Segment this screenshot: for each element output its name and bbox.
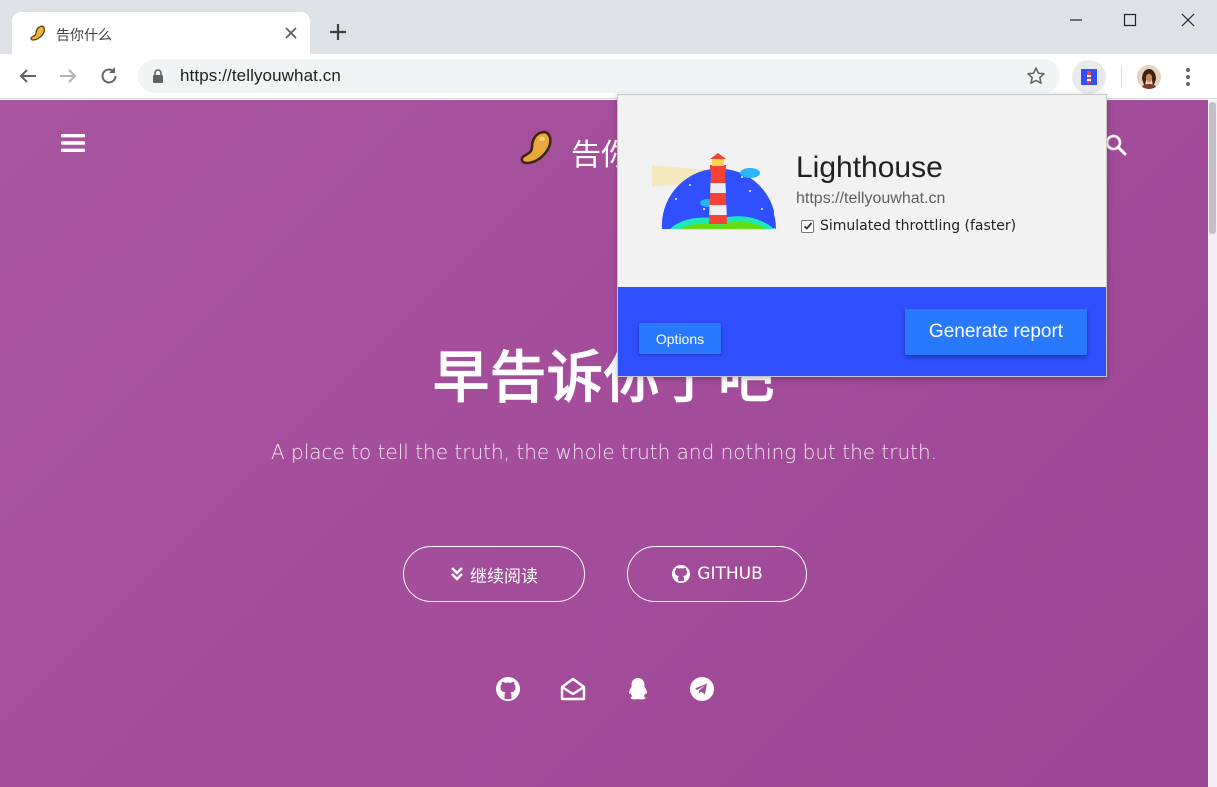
bean-logo-icon[interactable] [516,128,556,168]
github-icon [672,565,691,583]
page-scrollbar[interactable] [1208,100,1217,787]
github-icon[interactable] [495,676,521,702]
mail-icon[interactable] [560,676,586,702]
hero-subtitle: A place to tell the truth, the whole tru… [270,440,938,464]
forward-icon[interactable] [56,64,80,88]
lighthouse-popup: Lighthouse https://tellyouwhat.cn Simula… [617,94,1107,377]
double-chevron-down-icon [451,567,463,581]
more-menu-icon[interactable] [1180,64,1196,90]
scrollbar-thumb[interactable] [1209,102,1216,234]
checkmark-icon [803,222,812,230]
throttling-checkbox[interactable] [801,219,814,233]
throttling-label: Simulated throttling (faster) [820,218,1017,234]
reload-icon[interactable] [97,64,121,88]
lighthouse-url: https://tellyouwhat.cn [796,190,946,207]
window-close-icon[interactable] [1176,8,1200,32]
lock-icon[interactable] [152,69,164,83]
read-more-label: 继续阅读 [470,566,538,587]
lighthouse-footer: Options Generate report [618,287,1106,376]
lighthouse-icon [1081,69,1097,85]
browser-tab[interactable]: 告你什么 [12,12,310,54]
browser-toolbar: https://tellyouwhat.cn [0,54,1217,99]
tab-title: 告你什么 [56,28,112,44]
toolbar-divider [1121,66,1122,88]
lighthouse-extension-button[interactable] [1072,60,1106,94]
lighthouse-logo-icon [652,153,776,229]
avatar-icon [1137,65,1161,89]
read-more-button[interactable]: 继续阅读 [403,546,585,602]
new-tab-icon[interactable] [327,21,349,43]
close-icon[interactable] [282,24,300,42]
lighthouse-title: Lighthouse [796,151,943,184]
address-bar[interactable]: https://tellyouwhat.cn [138,59,1060,93]
profile-avatar[interactable] [1137,65,1161,89]
bookmark-star-icon[interactable] [1026,66,1046,86]
tab-strip: 告你什么 [0,0,1217,54]
url-text: https://tellyouwhat.cn [180,66,341,85]
telegram-icon[interactable] [689,676,715,702]
maximize-icon[interactable] [1118,8,1142,32]
options-button[interactable]: Options [639,323,721,354]
search-icon[interactable] [1104,133,1128,157]
back-icon[interactable] [16,64,40,88]
throttling-option[interactable]: Simulated throttling (faster) [801,218,1016,234]
qq-icon[interactable] [625,676,651,702]
github-button[interactable]: GITHUB [627,546,807,602]
github-label: GITHUB [697,564,763,584]
generate-report-button[interactable]: Generate report [905,309,1087,355]
hamburger-menu-icon[interactable] [61,133,85,153]
bean-logo-icon [30,25,45,41]
minimize-icon[interactable] [1064,8,1088,32]
